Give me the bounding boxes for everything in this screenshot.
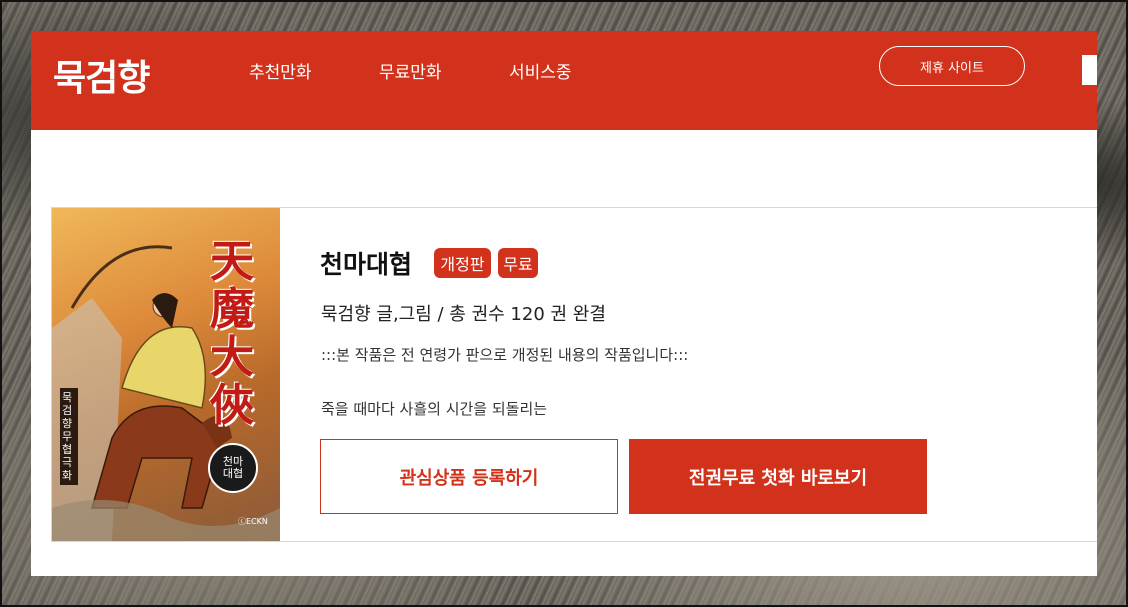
free-badge: 무료 bbox=[498, 248, 538, 278]
main-content: 天魔大俠 천마대협 묵검향 무협극화 ⓒECKN 천마대협 개정판 무료 묵검향… bbox=[31, 130, 1097, 576]
add-to-wishlist-button[interactable]: 관심상품 등록하기 bbox=[320, 439, 618, 514]
site-logo[interactable]: 묵검향 bbox=[53, 49, 150, 101]
cover-subtitle-badge: 천마대협 bbox=[208, 443, 258, 493]
cover-subtitle: 천마대협 bbox=[222, 455, 244, 480]
book-author-info: 묵검향 글,그림 / 총 권수 120 권 완결 bbox=[321, 304, 606, 325]
partner-site-button[interactable]: 제휴 사이트 bbox=[879, 46, 1025, 86]
bookmark-icon[interactable] bbox=[1082, 55, 1097, 85]
revised-edition-badge: 개정판 bbox=[434, 248, 491, 278]
nav-item-recommended[interactable]: 추천만화 bbox=[249, 58, 312, 83]
book-title: 천마대협 bbox=[320, 250, 413, 279]
book-cover-image[interactable]: 天魔大俠 천마대협 묵검향 무협극화 ⓒECKN bbox=[52, 208, 280, 541]
site-header: 묵검향 추천만화 무료만화 서비스중 제휴 사이트 bbox=[31, 31, 1097, 130]
cover-publisher: ⓒECKN bbox=[238, 517, 268, 526]
book-card: 天魔大俠 천마대협 묵검향 무협극화 ⓒECKN 천마대협 개정판 무료 묵검향… bbox=[51, 207, 1097, 542]
cover-side-text: 묵검향 무협극화 bbox=[60, 388, 78, 485]
nav-item-in-service[interactable]: 서비스중 bbox=[509, 58, 572, 83]
read-first-episode-button[interactable]: 전권무료 첫화 바로보기 bbox=[629, 439, 927, 514]
nav-item-free[interactable]: 무료만화 bbox=[379, 58, 442, 83]
book-description: 죽을 때마다 사흘의 시간을 되돌리는 bbox=[321, 400, 548, 418]
book-notice: :::본 작품은 전 연령가 판으로 개정된 내용의 작품입니다::: bbox=[321, 346, 689, 364]
cover-title-hanja: 天魔大俠 bbox=[210, 236, 254, 431]
